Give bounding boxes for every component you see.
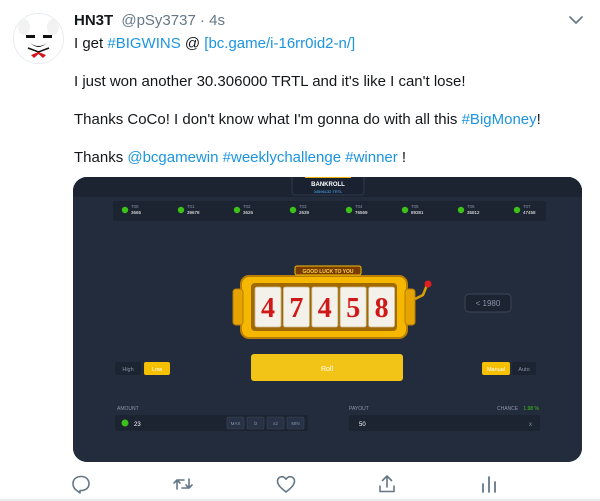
history-value: 76569 (355, 210, 368, 215)
reel: 4 (311, 286, 339, 328)
history-value: 47458 (523, 210, 536, 215)
history-strip (113, 201, 546, 221)
slot-machine: GOOD LUCK TO YOU 47458 (232, 265, 432, 339)
reply-icon[interactable] (69, 472, 93, 496)
history-id: 700 (131, 204, 139, 209)
chance-value: 1.98 % (523, 406, 539, 412)
hashtag-link[interactable]: #winner (345, 149, 398, 166)
display-name[interactable]: HN3T (74, 12, 113, 29)
tweet-text-line-4: Thanks @bcgamewin #weeklychallenge #winn… (74, 148, 406, 168)
url-link[interactable]: [bc.game/i-16rr0id2-n/] (204, 35, 355, 52)
amount-button-label: /2 (254, 421, 258, 426)
amount-button-label: MAX (231, 421, 241, 426)
bankroll-value: 34596132 TRTL (314, 189, 344, 194)
history-value: 3665 (131, 210, 142, 215)
amount-label: AMOUNT (117, 406, 139, 412)
payout-value: 50 (359, 422, 366, 428)
hashtag-link[interactable]: #BIGWINS (107, 35, 180, 52)
history-id: 702 (243, 204, 251, 209)
reel-digit: 4 (318, 293, 332, 324)
coin-icon (121, 206, 129, 214)
reel-digit: 5 (346, 293, 360, 324)
reel-digit: 4 (261, 293, 275, 324)
chance-label: CHANCE (497, 406, 519, 412)
text-fragment: @ (180, 35, 205, 52)
coin-icon (513, 206, 521, 214)
roll-label: Roll (321, 366, 334, 373)
history-value: 89381 (411, 210, 424, 215)
history-id: 703 (299, 204, 307, 209)
good-luck-banner: GOOD LUCK TO YOU (303, 269, 354, 275)
tweet-header: HN3T @pSy3737 · 4s (74, 12, 225, 29)
amount-button[interactable]: MAX (226, 416, 245, 430)
hashtag-link[interactable]: #BigMoney (462, 111, 537, 128)
tweet-text-line-3: Thanks CoCo! I don't know what I'm gonna… (74, 110, 541, 130)
timestamp[interactable]: 4s (209, 12, 225, 29)
coin-icon (345, 206, 353, 214)
history-id: 706 (467, 204, 475, 209)
reel: 4 (254, 286, 282, 328)
bankroll-panel: BANKROLL 34596132 TRTL (291, 177, 365, 196)
history-id: 705 (411, 204, 419, 209)
tweet-media-image[interactable]: BANKROLL 34596132 TRTL 700 3665 701 39678 70… (73, 177, 582, 462)
high-label: High (122, 367, 133, 373)
amount-button[interactable]: MIN (286, 416, 305, 430)
chevron-down-icon[interactable] (566, 10, 586, 30)
payout-input[interactable] (349, 415, 540, 431)
tweet-text-line-2: I just won another 30.306000 TRTL and it… (74, 73, 466, 90)
text-fragment: ! (397, 149, 407, 166)
history-value: 2639 (299, 210, 310, 215)
history-value: 35812 (467, 210, 480, 215)
analytics-icon[interactable] (477, 472, 501, 496)
reels: 47458 (254, 286, 396, 328)
text-fragment: Thanks CoCo! I don't know what I'm gonna… (74, 111, 462, 128)
coin-icon (457, 206, 465, 214)
share-icon[interactable] (375, 472, 399, 496)
history-value: 3626 (243, 210, 254, 215)
avatar[interactable] (13, 13, 64, 64)
text-fragment: I get (74, 35, 108, 52)
amount-button-label: x2 (273, 421, 278, 426)
hashtag-link[interactable]: #weeklychallenge (223, 149, 341, 166)
mention-link[interactable]: @bcgamewin (127, 149, 218, 166)
tweet[interactable]: HN3T @pSy3737 · 4s I get #BIGWINS @ [bc.… (0, 0, 600, 501)
reel: 8 (368, 286, 396, 328)
reel-digit: 7 (289, 293, 303, 324)
coin-icon (289, 206, 297, 214)
lever-knob-icon (424, 280, 432, 288)
low-label: Low (152, 367, 162, 373)
dog-avatar-icon (14, 14, 63, 63)
text-fragment: Thanks (74, 149, 128, 166)
trtl-coin-icon (121, 419, 129, 427)
amount-value: 23 (134, 422, 141, 428)
history-id: 707 (523, 204, 531, 209)
text-fragment: ! (536, 111, 541, 128)
target-value: < 1980 (476, 299, 501, 308)
history-id: 701 (187, 204, 195, 209)
retweet-icon[interactable] (171, 472, 195, 496)
tweet-text-line-1: I get #BIGWINS @ [bc.game/i-16rr0id2-n/] (74, 34, 355, 54)
payout-suffix: x (529, 422, 532, 428)
auto-label: Auto (518, 367, 529, 373)
user-handle[interactable]: @pSy3737 (121, 12, 195, 29)
coin-icon (177, 206, 185, 214)
manual-label: Manual (487, 367, 505, 373)
tweet-actions (0, 470, 600, 498)
history-value: 39678 (187, 210, 200, 215)
reel-digit: 8 (375, 293, 389, 324)
bankroll-label: BANKROLL (311, 182, 345, 188)
reel: 5 (339, 286, 367, 328)
coin-icon (233, 206, 241, 214)
payout-label: PAYOUT (349, 406, 369, 412)
slot-game-screenshot: BANKROLL 34596132 TRTL 7003665 70139678 70… (73, 177, 582, 462)
separator-dot: · (199, 12, 205, 29)
reel: 7 (282, 286, 310, 328)
amount-button[interactable]: x2 (266, 416, 285, 430)
coin-icon (401, 206, 409, 214)
like-icon[interactable] (274, 472, 298, 496)
history-id: 704 (355, 204, 363, 209)
amount-button-label: MIN (291, 421, 299, 426)
amount-button[interactable]: /2 (246, 416, 265, 430)
